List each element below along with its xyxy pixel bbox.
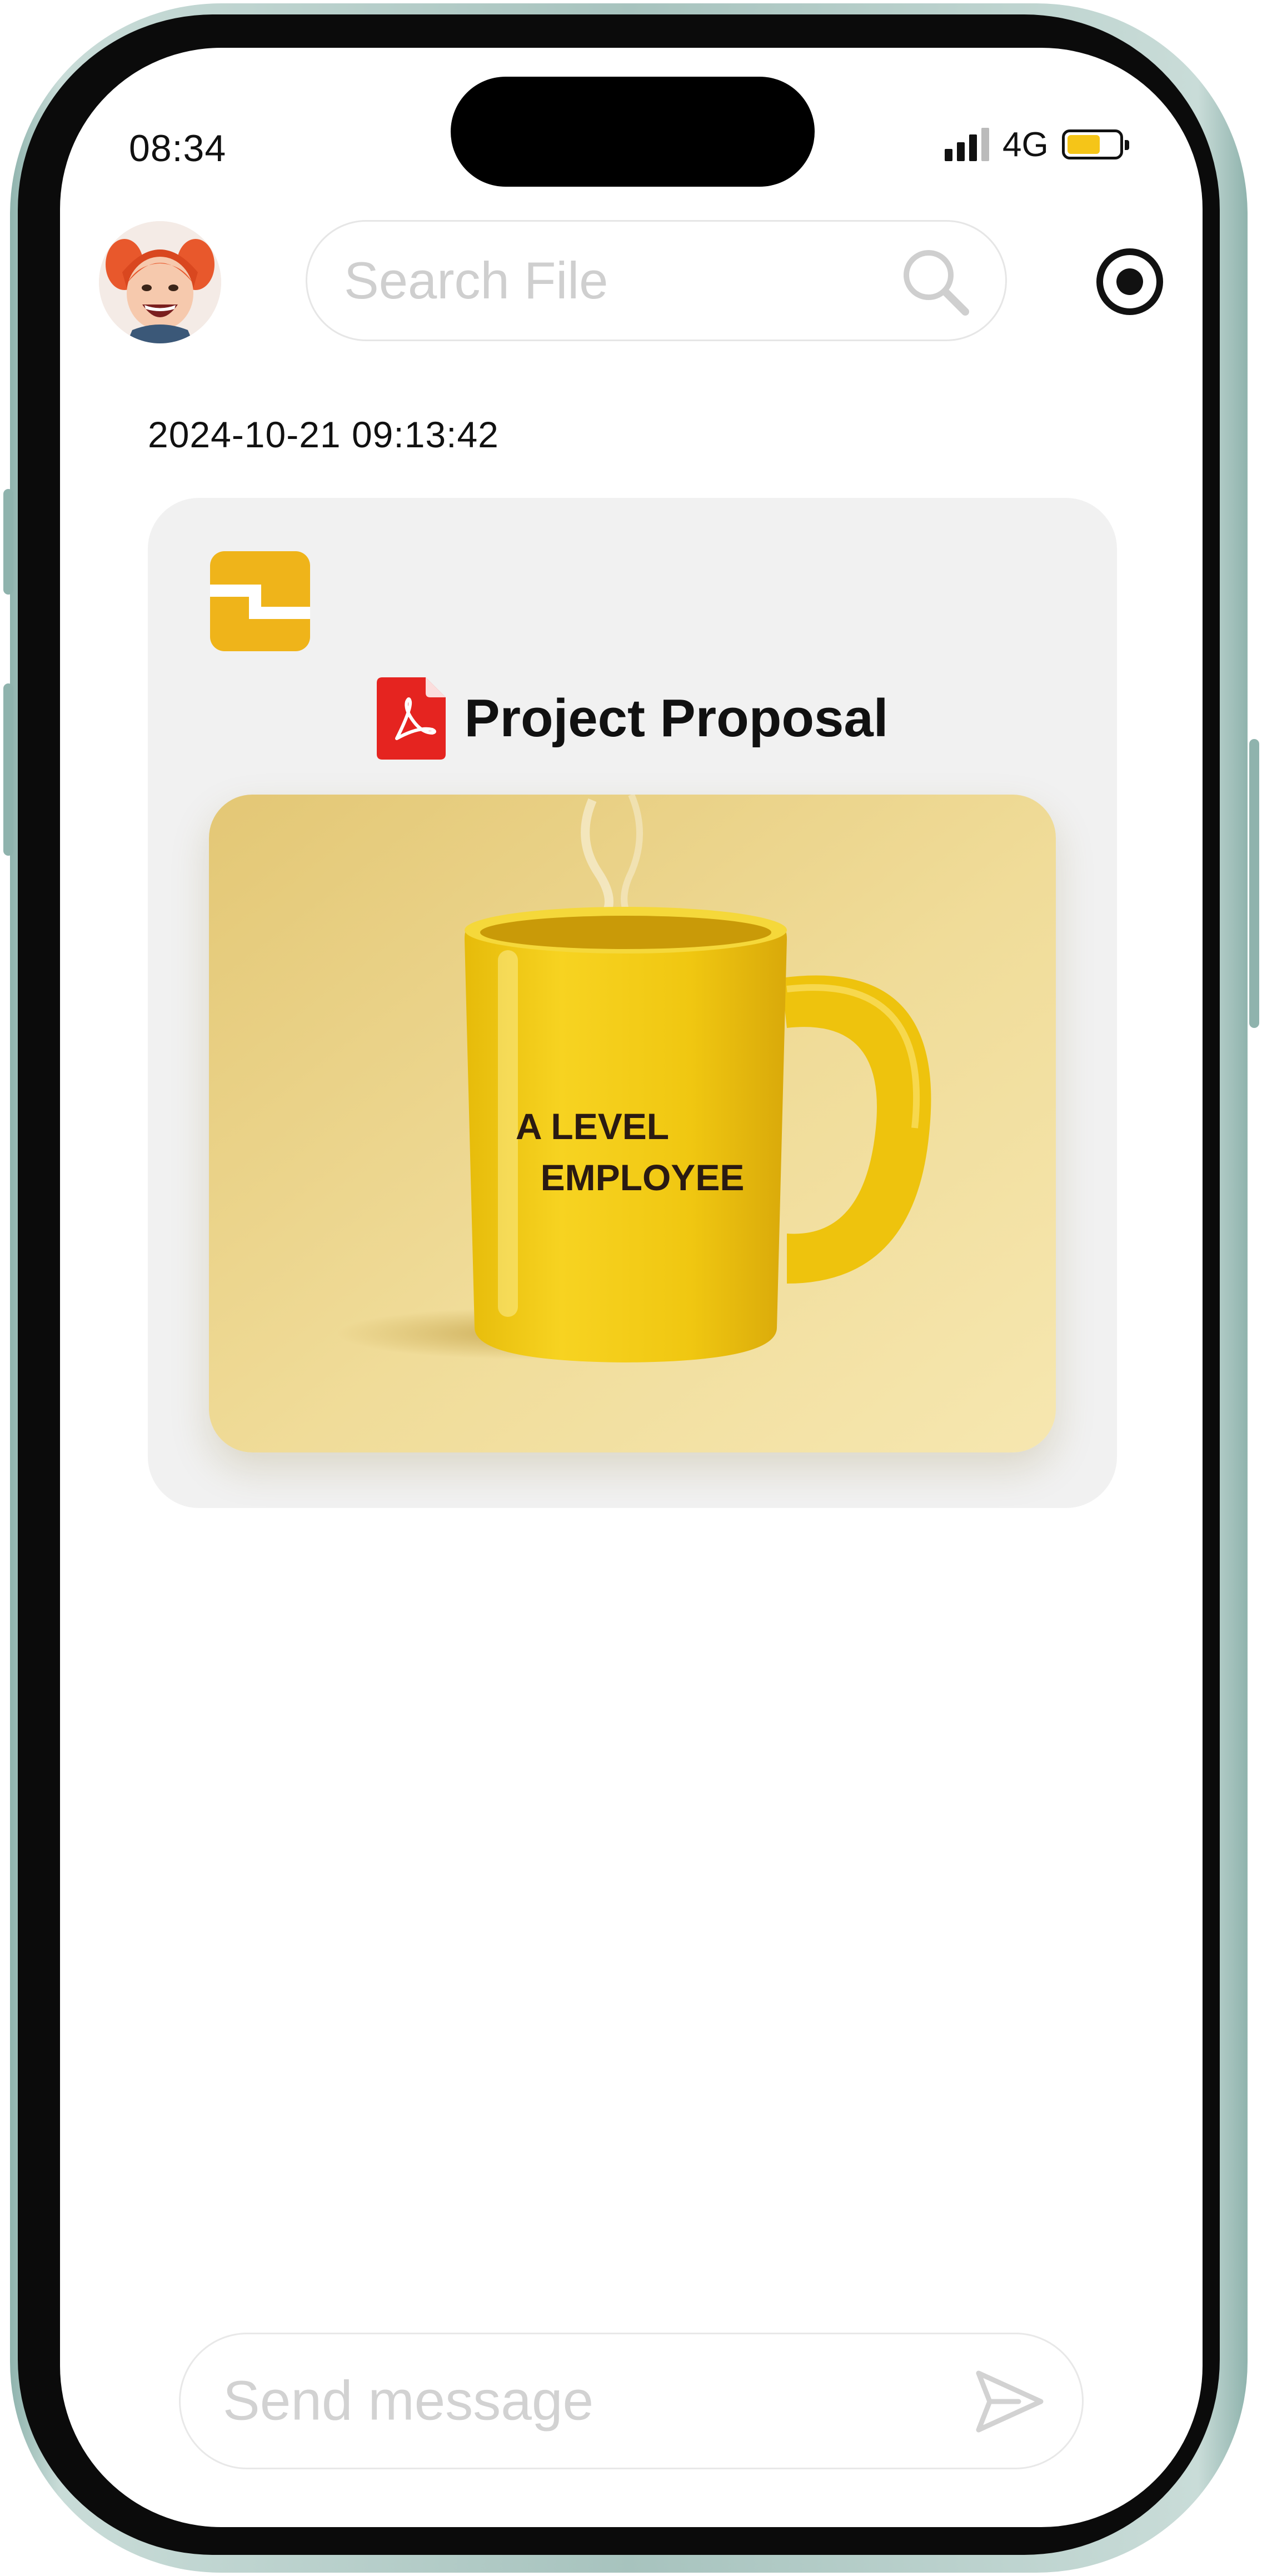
message-input[interactable]: Send message — [179, 2333, 1084, 2469]
action-button — [3, 489, 13, 595]
network-label: 4G — [1002, 125, 1049, 164]
send-icon[interactable] — [973, 2365, 1045, 2438]
file-title-row: Project Proposal — [148, 677, 1117, 760]
app-logo-icon — [210, 551, 310, 651]
file-message-card[interactable]: Project Proposal A LEVEL EMPLOYEE — [148, 498, 1117, 1508]
battery-icon — [1061, 129, 1129, 159]
search-placeholder: Search File — [344, 251, 608, 309]
phone-mockup: 08:34 4G Search File 2024-10-21 09:13:42… — [0, 0, 1262, 2576]
search-input[interactable]: Search File — [306, 220, 1007, 341]
file-name: Project Proposal — [464, 688, 889, 748]
dynamic-island — [451, 77, 815, 187]
preview-text-line2: EMPLOYEE — [541, 1157, 745, 1198]
avatar[interactable] — [99, 221, 221, 343]
preview-text-line1: A LEVEL — [516, 1106, 669, 1147]
status-indicators: 4G — [945, 122, 1129, 167]
search-icon[interactable] — [896, 243, 974, 321]
message-timestamp: 2024-10-21 09:13:42 — [148, 414, 499, 455]
record-icon[interactable] — [1094, 246, 1166, 318]
signal-icon — [945, 128, 989, 161]
file-preview-image[interactable]: A LEVEL EMPLOYEE — [209, 795, 1056, 1452]
message-placeholder: Send message — [223, 2369, 594, 2432]
power-button — [1249, 739, 1259, 1028]
pdf-icon — [376, 677, 446, 760]
status-time: 08:34 — [129, 127, 227, 169]
volume-button — [3, 683, 13, 856]
